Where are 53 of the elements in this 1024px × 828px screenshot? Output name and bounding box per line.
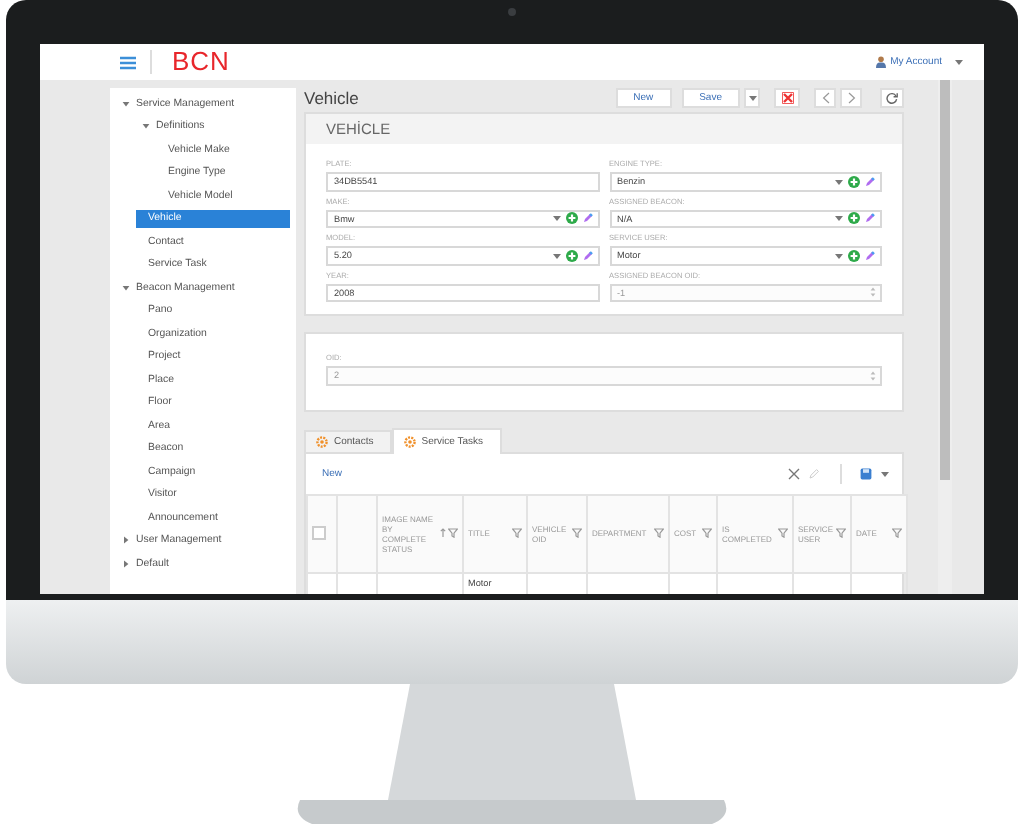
sort-icon[interactable]	[440, 528, 446, 538]
camera-icon	[508, 8, 516, 16]
filter-icon[interactable]	[654, 528, 664, 538]
pencil-icon[interactable]	[864, 249, 876, 262]
filter-icon[interactable]	[836, 528, 846, 538]
caret-icon	[747, 94, 757, 102]
menu-icon[interactable]	[120, 55, 136, 69]
gear-icon	[316, 435, 328, 447]
filter-icon[interactable]	[448, 528, 458, 538]
filter-icon[interactable]	[702, 528, 712, 538]
scrollbar-thumb[interactable]	[940, 80, 950, 480]
caret-icon	[551, 214, 561, 223]
tree-arrow-icon[interactable]	[122, 559, 130, 567]
gear-icon	[403, 435, 416, 447]
caret-icon	[834, 177, 844, 186]
tree-arrow-icon[interactable]	[122, 536, 130, 544]
add-icon[interactable]	[848, 249, 860, 262]
add-icon[interactable]	[565, 249, 577, 262]
delete-button[interactable]	[774, 88, 800, 108]
save-icon[interactable]	[860, 467, 872, 479]
delete-icon	[781, 92, 793, 104]
refresh-button[interactable]	[880, 88, 904, 108]
close-icon[interactable]	[787, 467, 799, 479]
caret-icon	[834, 251, 844, 260]
pencil-icon[interactable]	[581, 249, 593, 262]
add-icon[interactable]	[565, 212, 577, 225]
caret-icon	[954, 58, 964, 66]
pencil-icon[interactable]	[864, 212, 876, 225]
chevron-left-icon	[821, 92, 829, 104]
filter-icon[interactable]	[512, 528, 522, 538]
app-logo: BCN	[172, 48, 230, 76]
tree-arrow-icon[interactable]	[122, 99, 130, 107]
pencil-icon[interactable]	[864, 175, 876, 188]
dropdown-button[interactable]	[744, 88, 760, 108]
checkbox[interactable]	[312, 526, 326, 540]
caret-icon	[880, 469, 890, 477]
next-button[interactable]	[840, 88, 862, 108]
pencil-icon[interactable]	[807, 467, 819, 479]
add-icon[interactable]	[848, 175, 860, 188]
add-icon[interactable]	[848, 212, 860, 225]
user-icon	[876, 56, 887, 68]
filter-icon[interactable]	[892, 528, 902, 538]
filter-icon[interactable]	[572, 528, 582, 538]
tree-arrow-icon[interactable]	[122, 283, 130, 291]
pencil-icon[interactable]	[581, 212, 593, 225]
tree-arrow-icon[interactable]	[142, 122, 150, 130]
caret-icon	[834, 214, 844, 223]
refresh-icon	[886, 92, 898, 104]
filter-icon[interactable]	[778, 528, 788, 538]
page-title: Vehicle	[304, 88, 361, 108]
chevron-right-icon	[847, 92, 855, 104]
caret-icon	[551, 251, 561, 260]
previous-button[interactable]	[814, 88, 836, 108]
